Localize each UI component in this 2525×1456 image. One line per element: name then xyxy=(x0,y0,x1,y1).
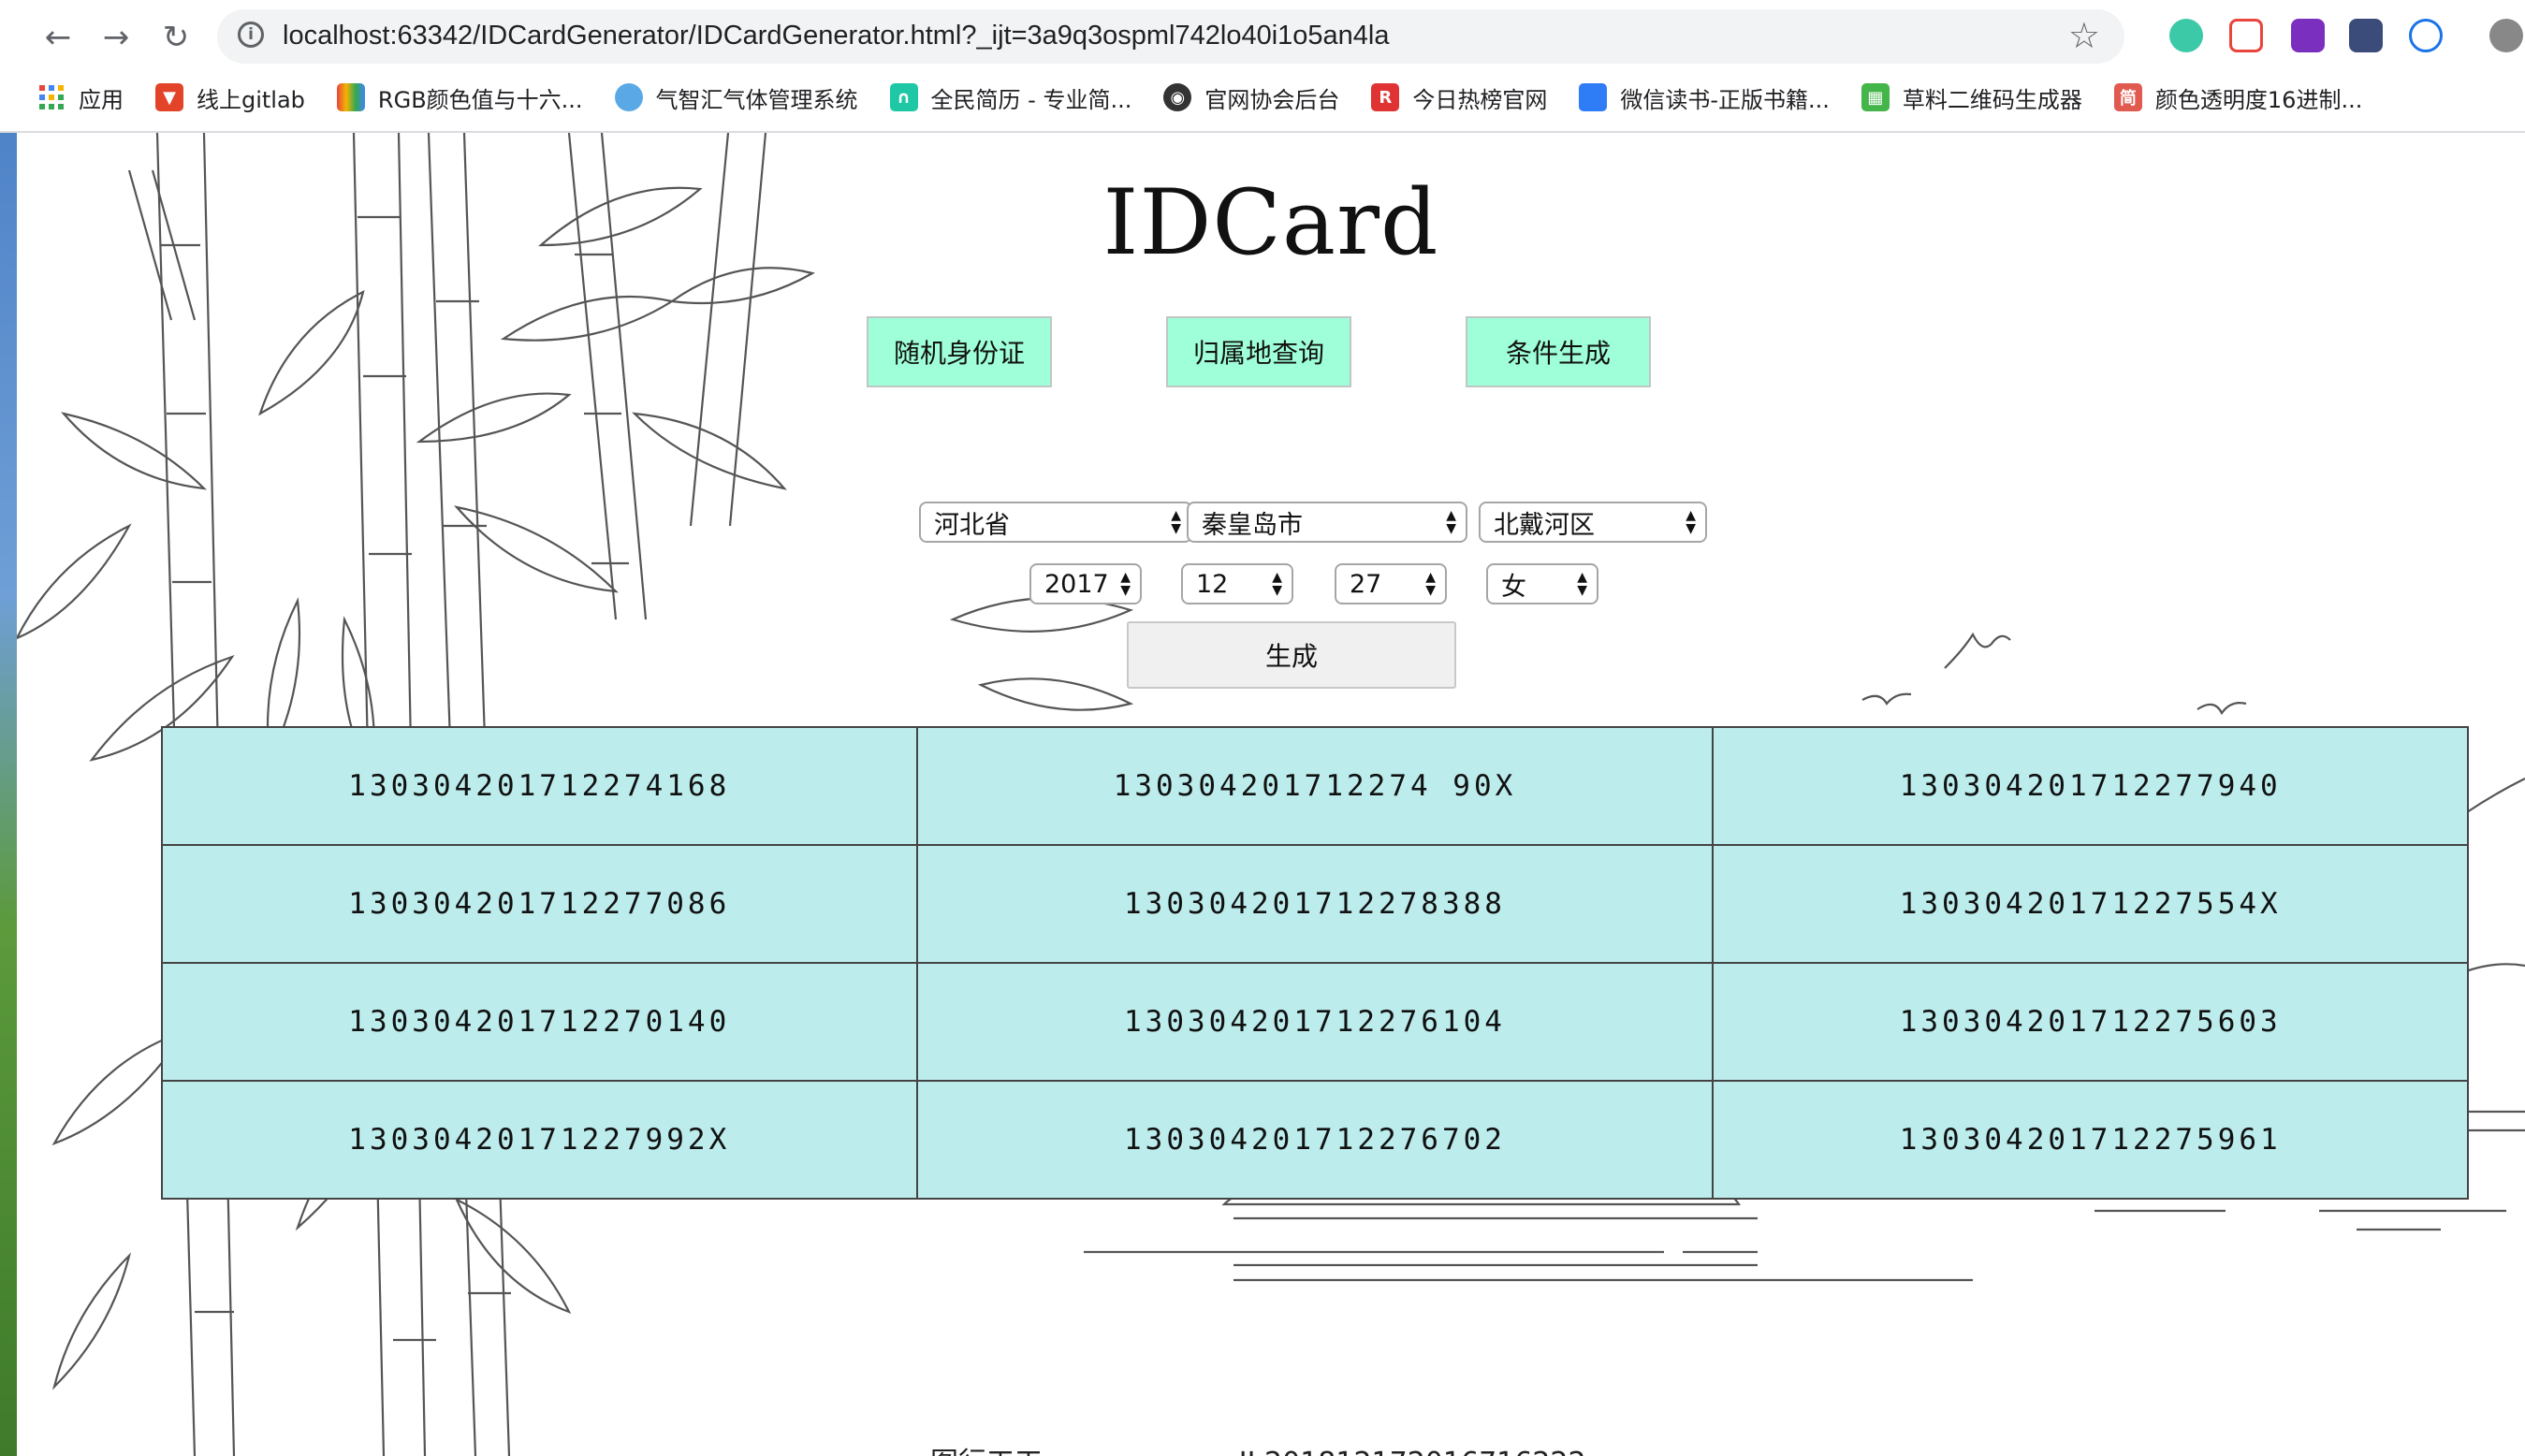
page-content: IDCard 随机身份证 归属地查询 条件生成 河北省 ▲ ▼ 秦皇岛市 ▲ ▼ 北… xyxy=(17,133,2525,1456)
select-arrows-icon: ▲ ▼ xyxy=(1120,570,1131,598)
id-number-cell[interactable]: 13030420171227554X xyxy=(1712,844,2469,964)
select-arrows-icon: ▲ ▼ xyxy=(1425,570,1436,598)
globe-icon: ◉ xyxy=(1163,83,1192,111)
bookmark-item[interactable]: 微信读书-正版书籍... xyxy=(1579,81,1830,114)
address-bar[interactable]: i localhost:63342/IDCardGenerator/IDCard… xyxy=(217,9,2124,64)
back-arrow-icon[interactable]: ← xyxy=(37,17,79,58)
select-arrows-icon: ▲ ▼ xyxy=(1686,508,1696,536)
select-arrows-icon: ▲ ▼ xyxy=(1446,508,1456,536)
year-select[interactable]: 2017 ▲ ▼ xyxy=(1029,563,1142,604)
day-select[interactable]: 27 ▲ ▼ xyxy=(1335,563,1447,604)
bookmarks-bar: 应用 ▼ 线上gitlab RGB颜色值与十六... 气智汇气体管理系统 ∩ 全… xyxy=(37,77,2394,118)
id-number-cell[interactable]: 130304201712276104 xyxy=(915,962,1715,1082)
results-table: 130304201712274168 130304201712274 90X 130… xyxy=(161,726,2469,1200)
gitlab-icon: ▼ xyxy=(155,83,183,111)
id-number-cell[interactable]: 130304201712270140 xyxy=(161,962,918,1082)
gender-select[interactable]: 女 ▲ ▼ xyxy=(1486,563,1598,604)
id-number-cell[interactable]: 130304201712274168 xyxy=(161,726,918,846)
url-text[interactable]: localhost:63342/IDCardGenerator/IDCardGe… xyxy=(283,21,1390,51)
bookmark-label: 全民简历 - 专业简... xyxy=(930,86,1132,113)
browser-toolbar: ← → ↻ i localhost:63342/IDCardGenerator/… xyxy=(0,0,2525,133)
desktop-background xyxy=(0,131,17,1456)
cloud-icon xyxy=(614,83,643,111)
conditional-generate-button[interactable]: 条件生成 xyxy=(1466,316,1651,387)
bookmark-label: RGB颜色值与十六... xyxy=(377,86,583,113)
bookmark-item[interactable]: 气智汇气体管理系统 xyxy=(614,81,858,114)
district-select[interactable]: 北戴河区 ▲ ▼ xyxy=(1479,502,1707,543)
year-value: 2017 xyxy=(1044,569,1109,599)
bookmark-label: 线上gitlab xyxy=(197,86,305,113)
reload-icon[interactable]: ↻ xyxy=(155,17,197,58)
bookmark-item[interactable]: R 今日热榜官网 xyxy=(1371,81,1547,114)
qrcode-icon: ▦ xyxy=(1861,83,1890,111)
bookmark-label: 草料二维码生成器 xyxy=(1902,86,2082,113)
bookmark-item[interactable]: ◉ 官网协会后台 xyxy=(1163,81,1339,114)
extension-star-icon[interactable] xyxy=(2349,19,2383,52)
extension-meet-icon[interactable] xyxy=(2169,19,2203,52)
select-arrows-icon: ▲ ▼ xyxy=(1577,570,1587,598)
month-select[interactable]: 12 ▲ ▼ xyxy=(1181,563,1293,604)
province-value: 河北省 xyxy=(934,510,1010,540)
bookmark-item[interactable]: 简 颜色透明度16进制... xyxy=(2113,81,2363,114)
table-row: 130304201712277086 130304201712278388 1303… xyxy=(161,844,2469,964)
gender-value: 女 xyxy=(1501,572,1526,602)
bookmark-item[interactable]: ▼ 线上gitlab xyxy=(155,81,305,114)
extension-sitemap-icon[interactable] xyxy=(2229,19,2263,52)
footer-text: 图行工工 ........... ...... ..II 20181217201… xyxy=(930,1439,1586,1456)
bookmark-item[interactable]: RGB颜色值与十六... xyxy=(336,81,583,114)
jian-icon: 简 xyxy=(2113,83,2142,111)
bookmark-label: 今日热榜官网 xyxy=(1412,86,1548,113)
id-number-cell[interactable]: 130304201712274 90X xyxy=(915,726,1715,846)
select-arrows-icon: ▲ ▼ xyxy=(1272,570,1282,598)
r-logo-icon: R xyxy=(1371,83,1400,111)
id-number-cell[interactable]: 130304201712275603 xyxy=(1712,962,2469,1082)
id-number-cell[interactable]: 130304201712276702 xyxy=(915,1080,1715,1200)
bookmark-label: 气智汇气体管理系统 xyxy=(655,86,858,113)
bookmark-label: 官网协会后台 xyxy=(1204,86,1340,113)
id-number-cell[interactable]: 130304201712277940 xyxy=(1712,726,2469,846)
bookmark-item[interactable]: 应用 xyxy=(37,81,124,114)
table-row: 130304201712274168 130304201712274 90X 130… xyxy=(161,726,2469,846)
forward-arrow-icon[interactable]: → xyxy=(95,17,137,58)
select-arrows-icon: ▲ ▼ xyxy=(1171,508,1181,536)
extension-lock-icon[interactable] xyxy=(2409,19,2443,52)
extension-rp-icon[interactable] xyxy=(2291,19,2325,52)
resume-icon: ∩ xyxy=(889,83,918,111)
city-value: 秦皇岛市 xyxy=(1202,510,1303,540)
city-select[interactable]: 秦皇岛市 ▲ ▼ xyxy=(1187,502,1467,543)
day-value: 27 xyxy=(1350,569,1382,599)
generate-button[interactable]: 生成 xyxy=(1127,621,1456,689)
bookmark-label: 应用 xyxy=(79,86,124,113)
id-number-cell[interactable]: 13030420171227992X xyxy=(161,1080,918,1200)
province-select[interactable]: 河北省 ▲ ▼ xyxy=(919,502,1192,543)
bookmark-item[interactable]: ▦ 草料二维码生成器 xyxy=(1861,81,2082,114)
id-number-cell[interactable]: 130304201712278388 xyxy=(915,844,1715,964)
bookmark-item[interactable]: ∩ 全民简历 - 专业简... xyxy=(889,81,1132,114)
bookmark-star-icon[interactable]: ☆ xyxy=(2068,15,2100,56)
rainbow-icon xyxy=(336,83,365,111)
weread-icon xyxy=(1579,83,1608,111)
table-row: 130304201712270140 130304201712276104 1303… xyxy=(161,962,2469,1082)
bookmark-label: 微信读书-正版书籍... xyxy=(1620,86,1830,113)
profile-avatar[interactable] xyxy=(2489,19,2523,52)
month-value: 12 xyxy=(1196,569,1229,599)
page-title: IDCard xyxy=(1102,170,1439,275)
random-id-button[interactable]: 随机身份证 xyxy=(867,316,1052,387)
bookmark-label: 颜色透明度16进制... xyxy=(2154,86,2363,113)
site-info-icon[interactable]: i xyxy=(238,22,264,48)
table-row: 13030420171227992X 130304201712276702 1303… xyxy=(161,1080,2469,1200)
location-query-button[interactable]: 归属地查询 xyxy=(1166,316,1351,387)
id-number-cell[interactable]: 130304201712275961 xyxy=(1712,1080,2469,1200)
district-value: 北戴河区 xyxy=(1494,510,1595,540)
apps-grid-icon xyxy=(37,83,66,111)
id-number-cell[interactable]: 130304201712277086 xyxy=(161,844,918,964)
